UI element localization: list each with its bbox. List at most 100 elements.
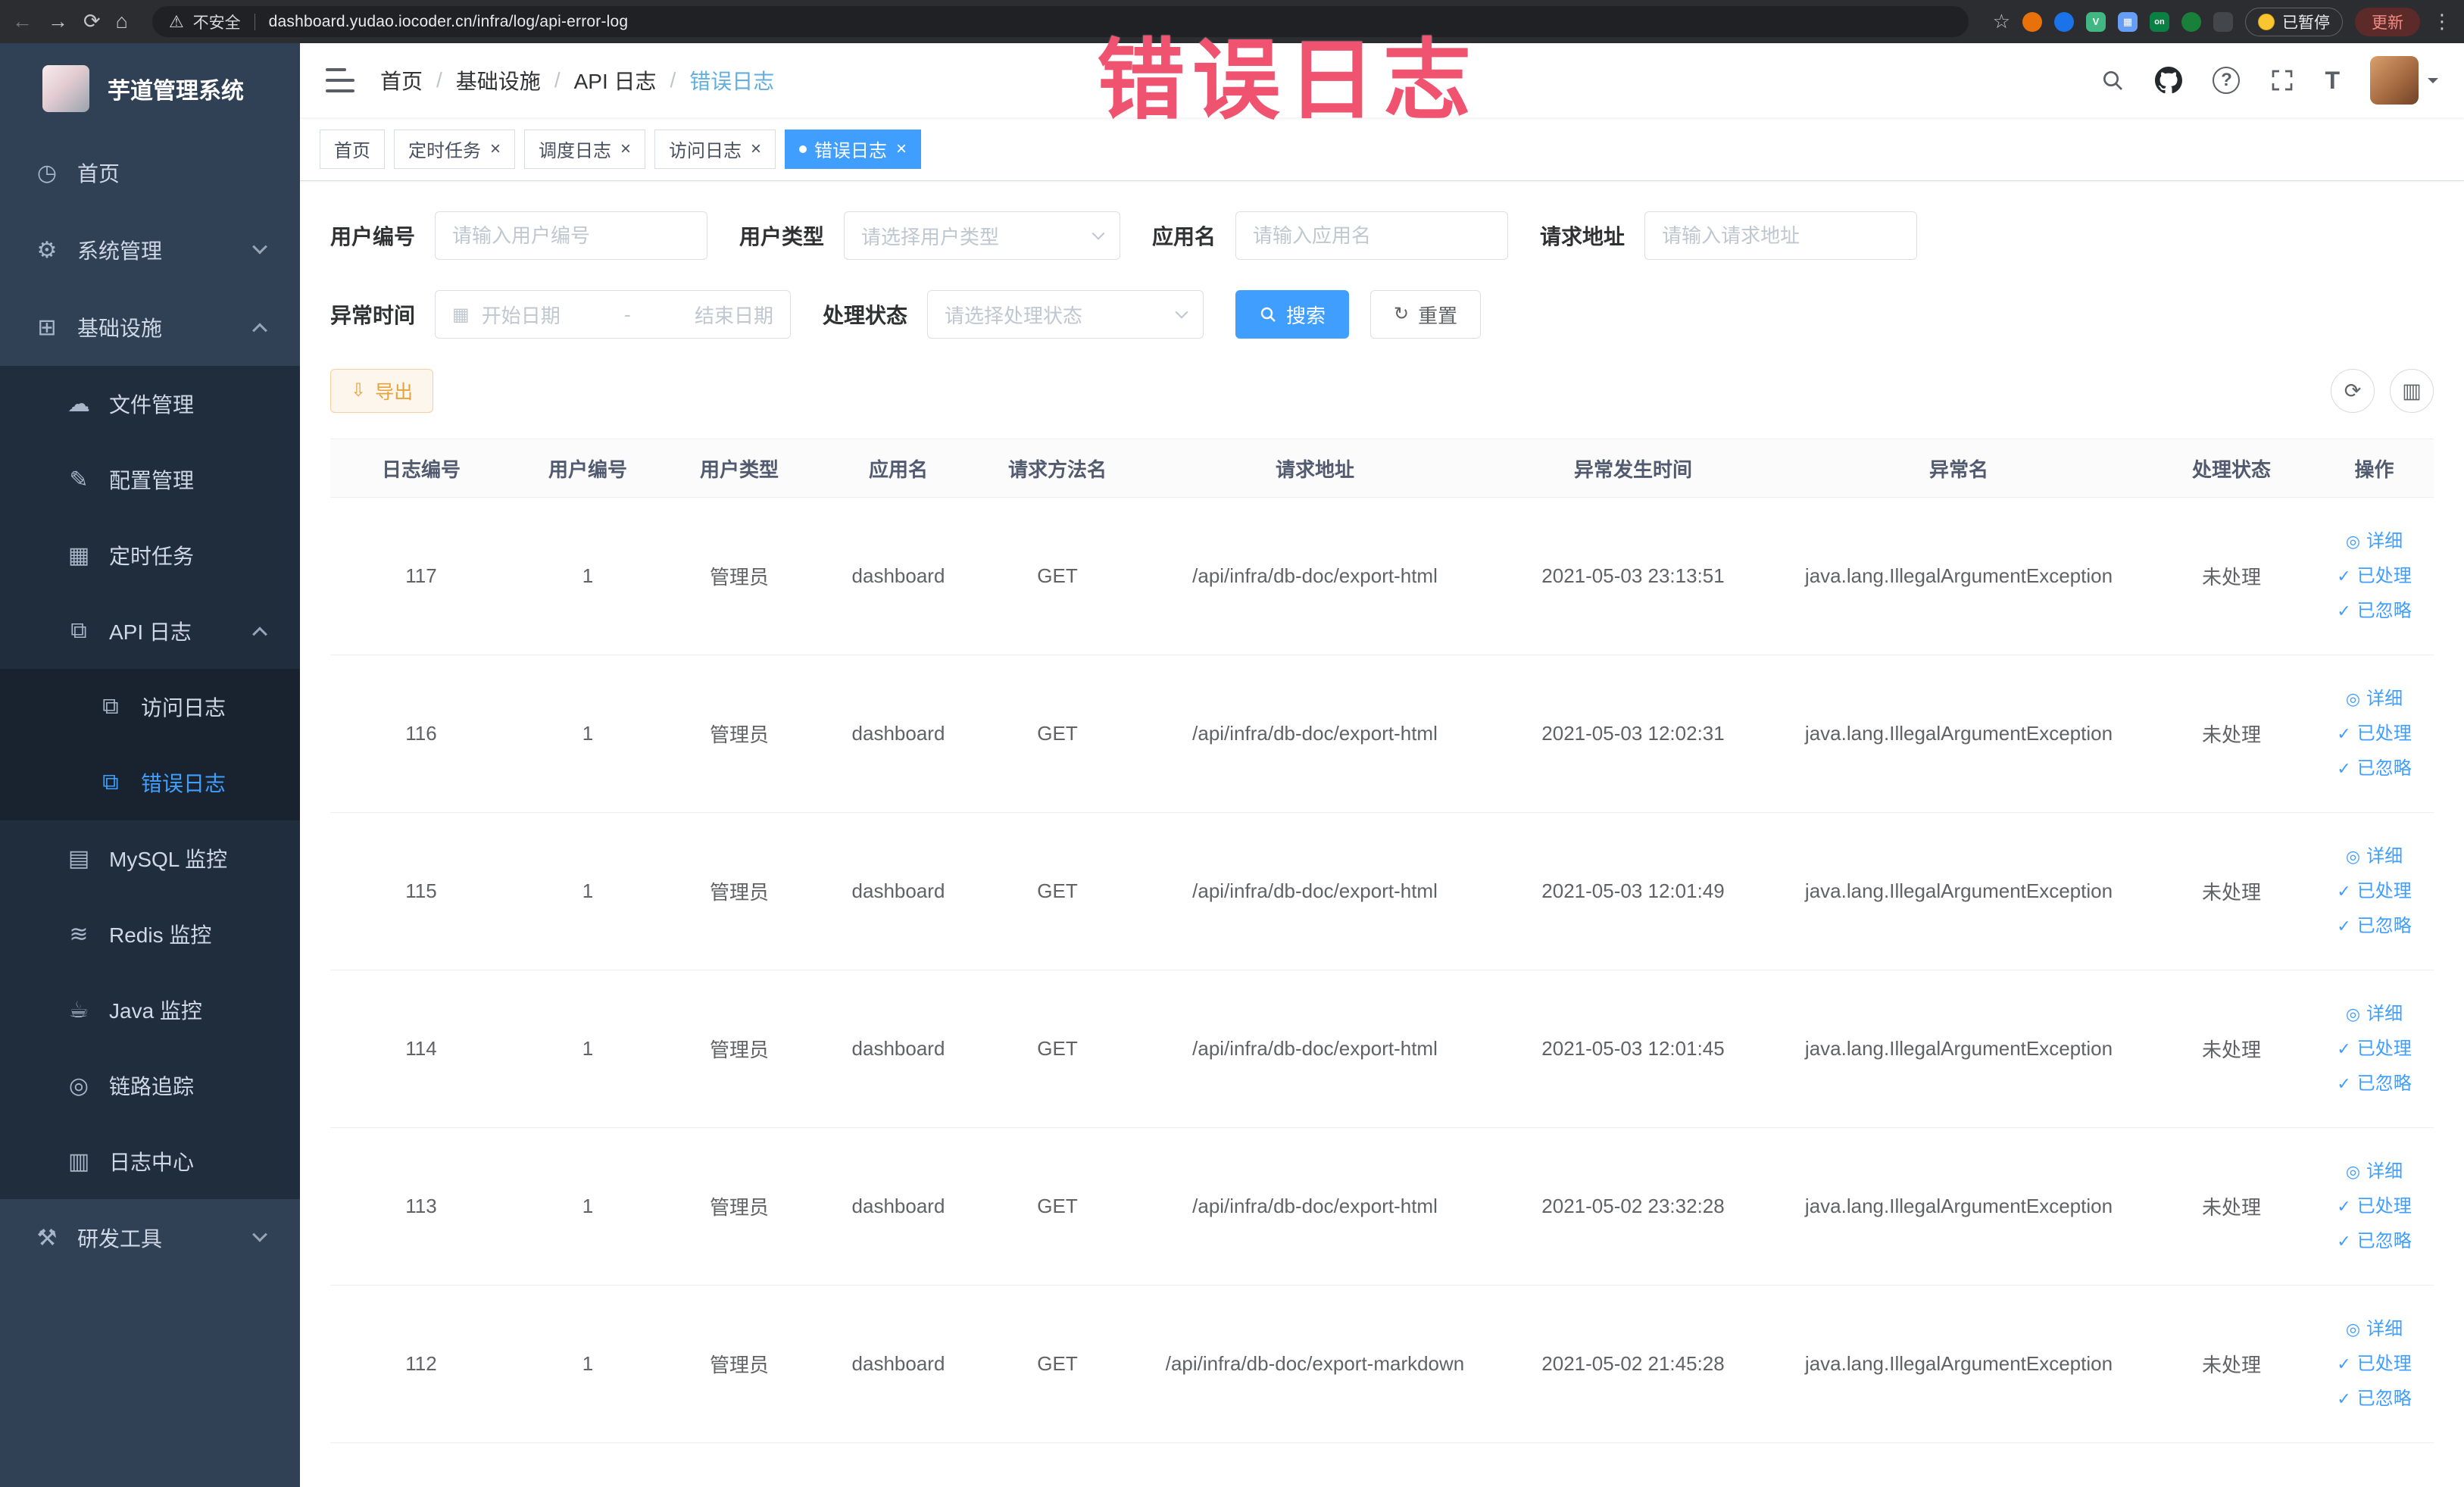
extension-icon-red[interactable] xyxy=(2022,11,2042,32)
close-icon[interactable]: × xyxy=(620,139,631,158)
check-icon: ✓ xyxy=(2337,1354,2351,1373)
sidebar-item-trace[interactable]: ◎ 链路追踪 xyxy=(0,1048,300,1123)
cell-exception: java.lang.IllegalArgumentException xyxy=(1804,879,2113,902)
sidebar-item-scheduled-jobs[interactable]: ▦ 定时任务 xyxy=(0,517,300,593)
processed-link[interactable]: ✓ 已处理 xyxy=(2337,1350,2411,1379)
sidebar-item-java-monitor[interactable]: ☕ Java 监控 xyxy=(0,972,300,1048)
processed-link[interactable]: ✓ 已处理 xyxy=(2337,877,2411,906)
processed-link[interactable]: ✓ 已处理 xyxy=(2337,720,2411,748)
detail-link[interactable]: ◎ 详细 xyxy=(2346,1000,2403,1029)
breadcrumb-item[interactable]: 首页 xyxy=(380,65,423,95)
ignored-link[interactable]: ✓ 已忽略 xyxy=(2337,754,2411,783)
bookmark-star-icon[interactable]: ☆ xyxy=(1993,10,2010,33)
cell-user_type: 管理员 xyxy=(709,881,769,904)
ignored-link[interactable]: ✓ 已忽略 xyxy=(2337,1070,2411,1098)
tab-调度日志[interactable]: 调度日志 × xyxy=(524,129,646,169)
logo[interactable]: 芋道管理系统 xyxy=(0,43,300,134)
user-type-select[interactable]: 请选择用户类型 xyxy=(844,211,1121,260)
tab-访问日志[interactable]: 访问日志 × xyxy=(654,129,776,169)
column-header: 应用名 xyxy=(868,458,928,481)
chevron-down-icon xyxy=(2428,78,2438,89)
breadcrumb-item[interactable]: 基础设施 xyxy=(456,65,541,95)
sidebar-item-config-manage[interactable]: ✎ 配置管理 xyxy=(0,442,300,517)
address-bar[interactable]: ⚠ 不安全 dashboard.yudao.iocoder.cn/infra/l… xyxy=(151,6,1969,37)
status-select[interactable]: 请选择处理状态 xyxy=(927,290,1204,339)
vue-devtools-icon[interactable]: V xyxy=(2086,11,2106,32)
detail-link[interactable]: ◎ 详细 xyxy=(2346,685,2403,714)
app-name-input[interactable] xyxy=(1235,211,1509,260)
cell-exception: java.lang.IllegalArgumentException xyxy=(1804,1352,2113,1375)
url-text: dashboard.yudao.iocoder.cn/infra/log/api… xyxy=(268,12,629,30)
search-icon[interactable] xyxy=(2100,68,2125,92)
cell-operations: ◎ 详细 ✓ 已处理 ✓ 已忽略 xyxy=(2315,498,2434,654)
sidebar-item-access-log[interactable]: ⧉ 访问日志 xyxy=(0,669,300,745)
update-button[interactable]: 更新 xyxy=(2355,7,2420,36)
ignored-link[interactable]: ✓ 已忽略 xyxy=(2337,1385,2411,1414)
table-header: 日志编号 用户编号 用户类型 应用名 请求方法名 请求地址 异常发生时间 异常名 处理状态 操作 xyxy=(330,439,2434,498)
sidebar-item-dev-tools[interactable]: ⚒ 研发工具 xyxy=(0,1199,300,1276)
help-icon[interactable]: ? xyxy=(2213,67,2241,94)
sidebar-item-log-center[interactable]: ▥ 日志中心 xyxy=(0,1123,300,1199)
cell-id: 116 xyxy=(405,722,437,745)
sidebar-item-system[interactable]: ⚙ 系统管理 xyxy=(0,211,300,289)
user-menu[interactable] xyxy=(2370,56,2438,105)
extension-icon-blue[interactable] xyxy=(2054,11,2074,32)
close-icon[interactable]: × xyxy=(751,139,761,158)
sidebar-item-error-log[interactable]: ⧉ 错误日志 xyxy=(0,745,300,820)
processed-link[interactable]: ✓ 已处理 xyxy=(2337,1192,2411,1221)
sidebar-item-file-manage[interactable]: ☁ 文件管理 xyxy=(0,366,300,442)
extensions-puzzle-icon[interactable] xyxy=(2213,11,2233,32)
hamburger-icon[interactable] xyxy=(326,68,354,92)
detail-link[interactable]: ◎ 详细 xyxy=(2346,527,2403,556)
close-icon[interactable]: × xyxy=(490,139,501,158)
detail-link[interactable]: ◎ 详细 xyxy=(2346,1315,2403,1344)
export-button[interactable]: ⇩ 导出 xyxy=(330,369,434,413)
reset-button[interactable]: ↻ 重置 xyxy=(1370,290,1482,339)
navbar-actions: ? T xyxy=(2100,56,2438,105)
close-icon[interactable]: × xyxy=(896,139,907,158)
paused-badge[interactable]: 已暂停 xyxy=(2245,7,2343,36)
fullscreen-icon[interactable] xyxy=(2270,68,2294,92)
cell-operations: ◎ 详细 ✓ 已处理 ✓ 已忽略 xyxy=(2315,970,2434,1127)
refresh-button[interactable]: ⟳ xyxy=(2331,369,2375,413)
processed-link[interactable]: ✓ 已处理 xyxy=(2337,562,2411,591)
cell-user_type: 管理员 xyxy=(709,1196,769,1219)
search-button[interactable]: 搜索 xyxy=(1235,290,1350,339)
sidebar-item-home[interactable]: ◷ 首页 xyxy=(0,134,300,211)
sidebar-item-redis-monitor[interactable]: ≋ Redis 监控 xyxy=(0,896,300,972)
check-icon: ✓ xyxy=(2337,916,2351,936)
sidebar-item-api-log[interactable]: ⧉ API 日志 xyxy=(0,593,300,669)
sidebar-item-mysql-monitor[interactable]: ▤ MySQL 监控 xyxy=(0,820,300,896)
font-size-icon[interactable]: T xyxy=(2325,67,2340,95)
sidebar-item-label: 日志中心 xyxy=(109,1151,195,1174)
breadcrumb-item[interactable]: API 日志 xyxy=(574,65,657,95)
extension-icon-on[interactable]: on xyxy=(2150,11,2169,32)
detail-link[interactable]: ◎ 详细 xyxy=(2346,1157,2403,1186)
ignored-link[interactable]: ✓ 已忽略 xyxy=(2337,912,2411,941)
exception-time-range-picker[interactable]: ▦ 开始日期 - 结束日期 xyxy=(435,290,792,339)
cloud-icon: ☁ xyxy=(67,391,90,417)
cell-operations: ◎ 详细 ✓ 已处理 ✓ 已忽略 xyxy=(2315,655,2434,812)
paused-label: 已暂停 xyxy=(2282,14,2330,32)
sidebar-item-infra[interactable]: ⊞ 基础设施 xyxy=(0,289,300,366)
tab-定时任务[interactable]: 定时任务 × xyxy=(394,129,516,169)
processed-link[interactable]: ✓ 已处理 xyxy=(2337,1035,2411,1064)
ignored-link[interactable]: ✓ 已忽略 xyxy=(2337,597,2411,626)
column-settings-button[interactable]: ▥ xyxy=(2390,369,2434,413)
ignored-link[interactable]: ✓ 已忽略 xyxy=(2337,1227,2411,1256)
detail-link[interactable]: ◎ 详细 xyxy=(2346,842,2403,871)
back-icon[interactable]: ← xyxy=(12,11,33,32)
request-url-input[interactable] xyxy=(1644,211,1918,260)
tab-错误日志[interactable]: 错误日志 × xyxy=(785,129,922,169)
home-icon[interactable]: ⌂ xyxy=(116,11,128,32)
forward-icon[interactable]: → xyxy=(48,11,68,32)
user-id-input[interactable] xyxy=(435,211,708,260)
tab-首页[interactable]: 首页 xyxy=(320,129,385,169)
column-header: 操作 xyxy=(2354,458,2394,481)
kebab-menu-icon[interactable]: ⋮ xyxy=(2432,10,2452,33)
extension-icon-leaf[interactable] xyxy=(2181,11,2201,32)
cell-exception: java.lang.IllegalArgumentException xyxy=(1804,564,2113,587)
extension-icon-grid[interactable]: ▦ xyxy=(2118,11,2138,32)
reload-icon[interactable]: ⟳ xyxy=(83,11,101,32)
github-icon[interactable] xyxy=(2155,67,2183,94)
